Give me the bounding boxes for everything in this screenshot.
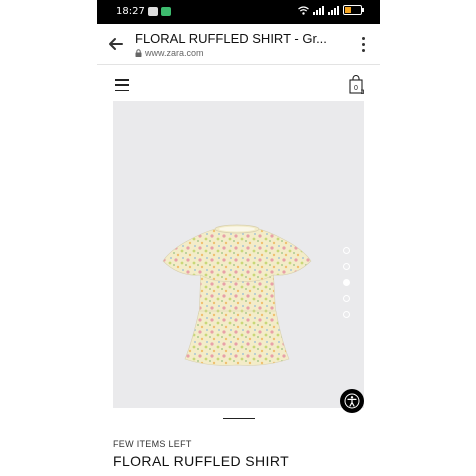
- browser-toolbar: FLORAL RUFFLED SHIRT - Gr... www.zara.co…: [97, 24, 380, 65]
- phone-screen: 18:27 FLORAL RUFFLED SHIRT - Gr... www.z…: [97, 0, 380, 476]
- accessibility-button[interactable]: [340, 389, 364, 413]
- wifi-icon: [298, 5, 309, 15]
- menu-icon[interactable]: [115, 79, 129, 91]
- signal-icon: [328, 5, 339, 15]
- battery-icon: [343, 5, 364, 15]
- page-title: FLORAL RUFFLED SHIRT - Gr...: [135, 31, 327, 46]
- accessibility-icon: [344, 393, 360, 409]
- lock-icon: [135, 49, 142, 57]
- notification-icon: [148, 7, 158, 16]
- pagination-dot-active[interactable]: [343, 279, 350, 286]
- back-arrow-icon[interactable]: [107, 35, 125, 53]
- status-bar: 18:27: [97, 0, 380, 24]
- url-row[interactable]: www.zara.com: [135, 48, 204, 58]
- more-options-icon[interactable]: [362, 37, 366, 52]
- shopping-bag-icon[interactable]: 0: [349, 75, 365, 95]
- stock-status: FEW ITEMS LEFT: [113, 439, 192, 449]
- signal-icon: [313, 5, 324, 15]
- pagination-dot[interactable]: [343, 263, 350, 270]
- image-pagination[interactable]: [343, 247, 350, 318]
- url-text: www.zara.com: [145, 48, 204, 58]
- pagination-dot[interactable]: [343, 295, 350, 302]
- notification-icon: [161, 7, 171, 16]
- site-header: 0: [97, 65, 380, 100]
- pagination-dot[interactable]: [343, 247, 350, 254]
- status-icons: [298, 5, 364, 15]
- shirt-illustration: [162, 224, 312, 366]
- scroll-indicator: [223, 418, 255, 419]
- pagination-dot[interactable]: [343, 311, 350, 318]
- product-name: FLORAL RUFFLED SHIRT: [113, 453, 290, 469]
- product-image[interactable]: [113, 101, 364, 408]
- status-time: 18:27: [116, 6, 145, 17]
- svg-text:0: 0: [354, 85, 358, 92]
